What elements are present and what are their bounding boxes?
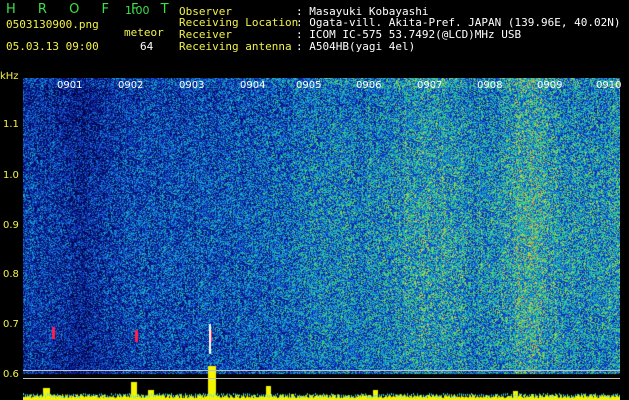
baseline-upper	[23, 370, 620, 371]
location-label: Receiving Location	[179, 16, 299, 29]
y-tick-label: 0.7	[3, 319, 19, 330]
spectrogram-canvas	[23, 78, 620, 400]
x-tick-label: 0908	[477, 80, 503, 91]
y-tick-label: 0.8	[3, 269, 19, 280]
filename-label: 0503130900.png	[6, 18, 99, 31]
x-tick-label: 0909	[537, 80, 563, 91]
meteor-count: 64	[140, 40, 154, 53]
antenna-label: Receiving antenna	[179, 40, 292, 53]
spectrogram-plot	[23, 78, 620, 400]
x-tick-label: 0905	[296, 80, 322, 91]
app-version: 1.00	[125, 4, 150, 17]
x-tick-label: 0910	[596, 80, 622, 91]
x-tick-label: 0902	[118, 80, 144, 91]
x-tick-label: 0904	[240, 80, 266, 91]
y-tick-label: 1.1	[3, 119, 19, 130]
baseline-lower	[23, 378, 620, 379]
x-tick-label: 0907	[417, 80, 443, 91]
meteor-label: meteor	[124, 26, 164, 39]
location-value: : Ogata-vill. Akita-Pref. JAPAN (139.96E…	[296, 16, 621, 29]
y-tick-label: 1.0	[3, 170, 19, 181]
app-brand: H R O F F T	[6, 2, 178, 17]
antenna-value: : A504HB(yagi 4el)	[296, 40, 416, 53]
receiver-label: Receiver	[179, 28, 232, 41]
x-tick-label: 0906	[356, 80, 382, 91]
x-tick-label: 0903	[179, 80, 205, 91]
y-tick-label: 0.9	[3, 220, 19, 231]
y-axis-unit: kHz	[0, 71, 19, 82]
timestamp-label: 05.03.13 09:00	[6, 40, 99, 53]
x-tick-label: 0901	[57, 80, 83, 91]
y-tick-label: 0.6	[3, 369, 19, 380]
receiver-value: : ICOM IC-575 53.7492(@LCD)MHz USB	[296, 28, 522, 41]
